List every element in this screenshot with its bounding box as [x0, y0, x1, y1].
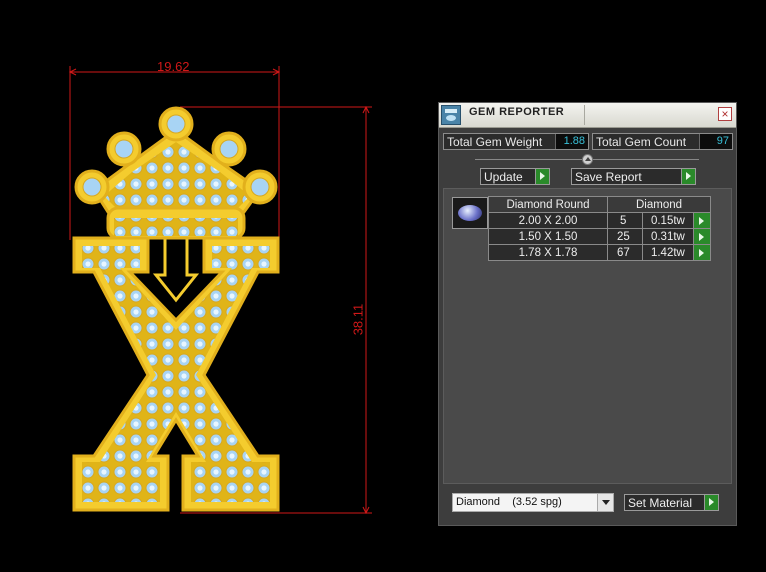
play-arrow-icon	[681, 169, 695, 184]
jewelry-drawing-canvas[interactable]	[0, 0, 430, 572]
total-gem-count-label: Total Gem Count	[596, 135, 687, 149]
close-icon[interactable]: ×	[718, 107, 732, 121]
material-select[interactable]: Diamond (3.52 spg)	[452, 493, 614, 512]
total-gem-weight-value: 1.88	[555, 134, 588, 149]
diamond-round-thumbnail[interactable]	[452, 197, 488, 229]
chevron-down-icon[interactable]	[597, 494, 613, 511]
panel-splitter-handle[interactable]	[582, 154, 593, 165]
gem-report-area: Diamond Round Diamond 2.00 X 2.00 5 0.15…	[443, 188, 732, 484]
gem-table-header-row: Diamond Round Diamond	[488, 196, 711, 213]
crown-shape	[74, 106, 278, 240]
gem-count-cell: 25	[607, 228, 643, 245]
total-gem-weight-field: Total Gem Weight 1.88	[443, 133, 589, 150]
gem-table: Diamond Round Diamond 2.00 X 2.00 5 0.15…	[488, 196, 711, 261]
row-go-button[interactable]	[693, 244, 711, 261]
gem-reporter-icon	[441, 105, 461, 125]
gem-material-header: Diamond	[607, 196, 711, 213]
play-arrow-icon	[535, 169, 549, 184]
table-row: 1.50 X 1.50 25 0.31tw	[488, 228, 711, 245]
total-gem-count-field: Total Gem Count 97	[592, 133, 733, 150]
letter-x-shape	[72, 236, 280, 512]
height-dimension-label: 38.11	[350, 303, 366, 336]
total-gem-count-value: 97	[699, 134, 732, 149]
width-dimension-label: 19.62	[157, 59, 190, 74]
table-row: 1.78 X 1.78 67 1.42tw	[488, 244, 711, 261]
gem-size-cell: 2.00 X 2.00	[488, 212, 608, 229]
diamond-icon	[458, 205, 482, 221]
gem-count-cell: 67	[607, 244, 643, 261]
gem-size-cell: 1.50 X 1.50	[488, 228, 608, 245]
set-material-button[interactable]: Set Material	[624, 494, 719, 511]
row-go-button[interactable]	[693, 228, 711, 245]
row-go-button[interactable]	[693, 212, 711, 229]
gem-weight-cell: 0.31tw	[641, 228, 695, 245]
gem-reporter-panel: GEM REPORTER × Total Gem Weight 1.88 Tot…	[438, 102, 737, 526]
play-arrow-icon	[704, 495, 718, 510]
gem-weight-cell: 1.42tw	[641, 244, 695, 261]
save-report-button[interactable]: Save Report	[571, 168, 696, 185]
table-row: 2.00 X 2.00 5 0.15tw	[488, 212, 711, 229]
panel-title: GEM REPORTER	[469, 106, 565, 118]
gem-shape-header: Diamond Round	[488, 196, 608, 213]
save-report-button-label: Save Report	[575, 170, 642, 184]
total-gem-weight-label: Total Gem Weight	[447, 135, 543, 149]
update-button[interactable]: Update	[480, 168, 550, 185]
material-select-value: Diamond (3.52 spg)	[456, 496, 562, 508]
title-separator	[584, 105, 585, 125]
gem-count-cell: 5	[607, 212, 643, 229]
update-button-label: Update	[484, 170, 523, 184]
gem-size-cell: 1.78 X 1.78	[488, 244, 608, 261]
set-material-button-label: Set Material	[628, 496, 693, 510]
gem-weight-cell: 0.15tw	[641, 212, 695, 229]
title-bar[interactable]: GEM REPORTER ×	[439, 103, 736, 128]
